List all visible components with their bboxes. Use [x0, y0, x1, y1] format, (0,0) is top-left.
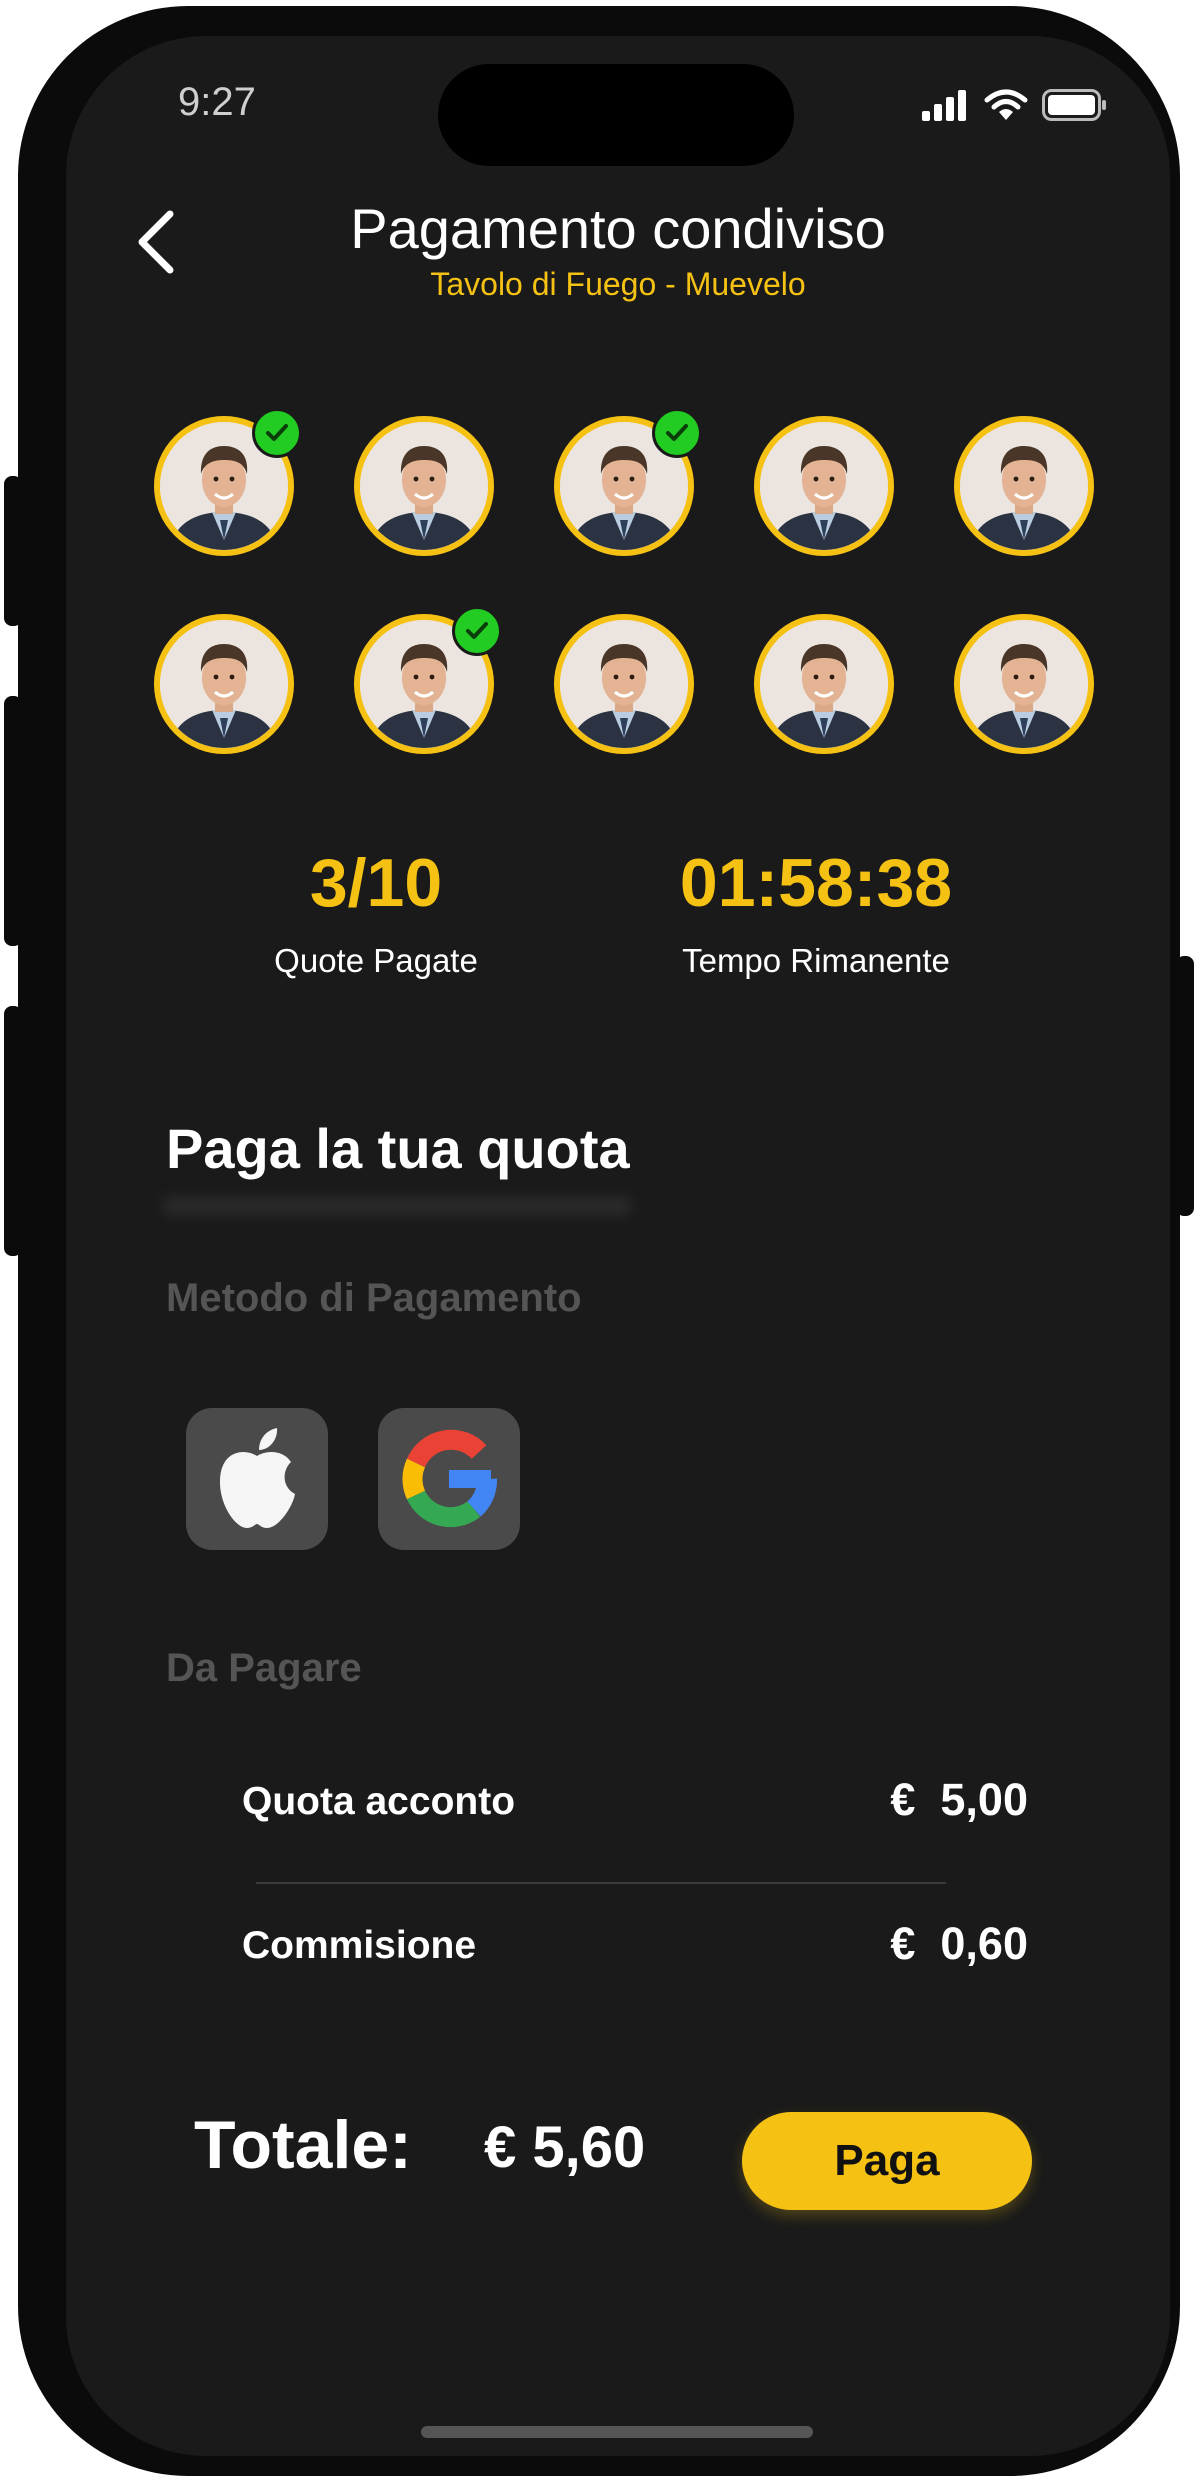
status-icons: [920, 88, 1108, 122]
participant-avatar[interactable]: [754, 614, 894, 754]
participant-avatar[interactable]: [954, 614, 1094, 754]
apple-pay-button[interactable]: [186, 1408, 328, 1550]
participants-grid: [154, 408, 1094, 754]
fee-row-label: Commisione: [242, 1924, 477, 1967]
person-portrait-icon: [760, 620, 888, 748]
paid-quotas-value: 3/10: [309, 845, 443, 921]
time-remaining-value: 01:58:38: [679, 845, 953, 921]
battery-icon: [1042, 89, 1106, 121]
google-pay-button[interactable]: [378, 1408, 520, 1550]
participant-avatar[interactable]: [554, 408, 702, 556]
pay-button[interactable]: Paga: [742, 2112, 1032, 2210]
participant-avatar[interactable]: [754, 416, 894, 556]
participant-avatar[interactable]: [354, 416, 494, 556]
avatar-circle: [554, 614, 694, 754]
status-time: 9:27: [178, 80, 256, 124]
avatar-circle: [754, 416, 894, 556]
paid-quotas-label: Quote Pagate: [274, 942, 478, 979]
paid-check-icon: [252, 408, 302, 458]
person-portrait-icon: [160, 620, 288, 748]
side-button-volume-up: [4, 696, 22, 946]
fee-row-value: € 0,60: [890, 1918, 1028, 1969]
total-label: Totale:: [194, 2107, 412, 2183]
paid-check-icon: [452, 606, 502, 656]
screen: 9:27 Pagamento condiviso Tavolo di Fuego…: [66, 36, 1170, 2456]
page-subtitle: Tavolo di Fuego - Muevelo: [430, 266, 806, 302]
person-portrait-icon: [960, 620, 1088, 748]
participant-avatar[interactable]: [154, 614, 294, 754]
participant-avatar[interactable]: [954, 416, 1094, 556]
deposit-row-label: Quota acconto: [242, 1780, 516, 1823]
amount-due-label: Da Pagare: [166, 1646, 362, 1690]
avatar-circle: [954, 614, 1094, 754]
paid-check-icon: [652, 408, 702, 458]
section-heading: Paga la tua quota: [166, 1117, 630, 1180]
total-value: € 5,60: [484, 2115, 646, 2180]
participant-avatar[interactable]: [554, 614, 694, 754]
avatar-circle: [954, 416, 1094, 556]
time-remaining-label: Tempo Rimanente: [682, 942, 950, 979]
home-indicator: [421, 2426, 813, 2438]
deposit-row-value: € 5,00: [890, 1774, 1028, 1825]
person-portrait-icon: [960, 422, 1088, 550]
avatar-circle: [354, 416, 494, 556]
person-portrait-icon: [760, 422, 888, 550]
phone-frame: 9:27 Pagamento condiviso Tavolo di Fuego…: [4, 6, 1194, 2476]
wifi-icon: [984, 89, 1028, 120]
payment-method-label: Metodo di Pagamento: [166, 1276, 582, 1320]
side-button-mute: [4, 476, 22, 626]
dynamic-island: [438, 64, 794, 166]
participant-avatar[interactable]: [354, 606, 502, 754]
heading-underline: [162, 1196, 632, 1216]
avatar-circle: [754, 614, 894, 754]
avatar-circle: [154, 614, 294, 754]
page-title: Pagamento condiviso: [350, 197, 886, 260]
signal-icon: [922, 90, 966, 121]
google-icon: [402, 1429, 497, 1528]
person-portrait-icon: [360, 422, 488, 550]
row-divider: [256, 1882, 946, 1884]
apple-icon: [219, 1428, 295, 1528]
participant-avatar[interactable]: [154, 408, 302, 556]
side-button-volume-down: [4, 1006, 22, 1256]
person-portrait-icon: [560, 620, 688, 748]
side-button-power: [1176, 956, 1194, 1216]
